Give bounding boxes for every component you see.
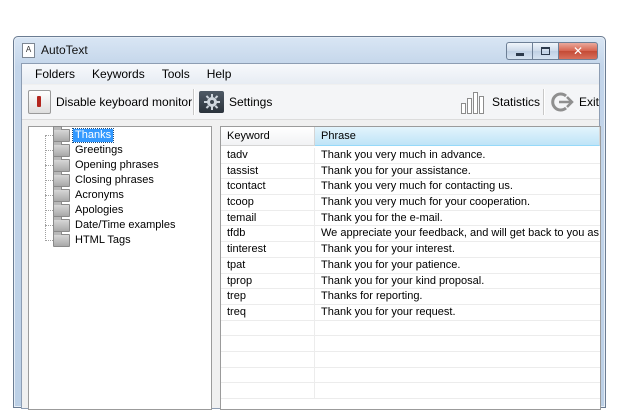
list-header: Keyword Phrase [221,127,600,147]
phrase-cell: Thank you for your request. [321,305,456,318]
client-area: Folders Keywords Tools Help Disable keyb… [21,63,601,410]
table-row[interactable]: tfdb We appreciate your feedback, and wil… [221,226,600,243]
keyword-cell: tcontact [221,179,315,195]
statistics-button[interactable]: Statistics [459,89,540,115]
table-row[interactable]: tcontact Thank you very much for contacti… [221,179,600,196]
toolbar: Disable keyboard monitor Settings Statis… [22,85,599,120]
table-row[interactable]: treq Thank you for your request. [221,304,600,321]
keyword-cell: tcoop [221,195,315,210]
tree-item-label: Apologies [75,204,124,216]
keyword-cell: tprop [221,273,315,289]
tree-item-label: Opening phrases [75,159,159,171]
app-window: A AutoText ✕ Folders Keywords Tools Help… [13,36,606,410]
table-row[interactable]: trep Thanks for reporting. [221,289,600,305]
app-icon: A [22,43,35,58]
table-row[interactable]: tinterest Thank you for your interest. [221,242,600,258]
keyword-cell: tassist [221,163,315,179]
empty-row [221,367,600,384]
exit-button[interactable]: Exit [548,89,599,115]
phrase-cell: Thank you very much for your cooperation… [321,196,531,209]
table-row[interactable]: tassist Thank you for your assistance. [221,163,600,180]
keyword-cell: tpat [221,257,315,273]
tree-item-date-time-examples[interactable]: Date/Time examples [45,216,177,233]
keyword-cell: trep [221,289,315,304]
tree-item-label: Thanks [71,128,115,143]
table-row[interactable]: tprop Thank you for your kind proposal. [221,273,600,290]
menu-tools[interactable]: Tools [153,64,198,84]
title-bar[interactable]: A AutoText ✕ [14,37,605,63]
statistics-label: Statistics [492,95,541,109]
list-body: tadv Thank you very much in advance. tass… [221,148,600,399]
phrase-list[interactable]: Keyword Phrase tadv Thank you very much i… [220,126,601,410]
window-title: AutoText [41,43,88,57]
close-icon: ✕ [572,44,584,58]
tree-item-label: Date/Time examples [75,219,176,231]
keyboard-monitor-icon [28,90,51,114]
keyword-cell: tinterest [221,242,315,257]
table-row[interactable]: tadv Thank you very much in advance. [221,148,600,164]
menu-bar: Folders Keywords Tools Help [22,64,599,84]
empty-row [221,320,600,337]
maximize-button[interactable] [532,42,558,60]
tree-item-label: HTML Tags [75,234,131,246]
tree-item-html-tags[interactable]: HTML Tags [45,231,133,248]
tree-item-label: Acronyms [75,189,124,201]
phrase-cell: Thanks for reporting. [321,290,423,303]
toolbar-separator [543,89,545,115]
column-header-keyword[interactable]: Keyword [221,127,315,146]
disable-keyboard-monitor-button[interactable]: Disable keyboard monitor [28,89,192,115]
maximize-icon [541,47,550,55]
gear-icon [199,91,224,113]
table-row[interactable]: temail Thank you for the e-mail. [221,210,600,227]
folder-tree[interactable]: Thanks Greetings Opening phrases Closing… [28,126,212,410]
phrase-cell: Thank you for your kind proposal. [321,274,485,287]
empty-row [221,336,600,352]
tree-item-opening-phrases[interactable]: Opening phrases [45,156,161,173]
toolbar-separator [193,89,195,115]
settings-button[interactable]: Settings [199,89,272,115]
phrase-cell: Thank you for the e-mail. [321,211,443,224]
folder-icon [53,231,70,247]
tree-item-label: Closing phrases [75,174,154,186]
disable-keyboard-monitor-label: Disable keyboard monitor [56,95,193,109]
menu-help[interactable]: Help [198,64,240,84]
menu-keywords[interactable]: Keywords [83,64,153,84]
keyword-cell: treq [221,304,315,320]
exit-icon [551,92,574,112]
keyword-cell: tfdb [221,226,315,242]
table-row[interactable]: tcoop Thank you very much for your cooper… [221,195,600,211]
minimize-icon [515,52,524,56]
settings-label: Settings [229,95,273,109]
bar-chart-icon [461,92,484,114]
phrase-cell: Thank you for your assistance. [321,164,471,177]
phrase-cell: Thank you very much for contacting us. [321,180,513,193]
phrase-cell: Thank you for your interest. [321,243,455,256]
tree-item-label: Greetings [75,144,123,156]
menu-folders[interactable]: Folders [22,64,83,84]
keyword-cell: tadv [221,148,315,163]
keyword-cell: temail [221,210,315,226]
phrase-cell: We appreciate your feedback, and will ge… [321,227,600,240]
close-button[interactable]: ✕ [558,42,598,60]
minimize-button[interactable] [506,42,532,60]
phrase-cell: Thank you very much in advance. [321,149,486,161]
empty-row [221,351,600,368]
exit-label: Exit [579,95,600,109]
caption-buttons: ✕ [506,42,598,60]
table-row[interactable]: tpat Thank you for your patience. [221,257,600,274]
empty-row [221,383,600,399]
phrase-cell: Thank you for your patience. [321,258,461,271]
column-header-phrase[interactable]: Phrase [315,127,600,146]
